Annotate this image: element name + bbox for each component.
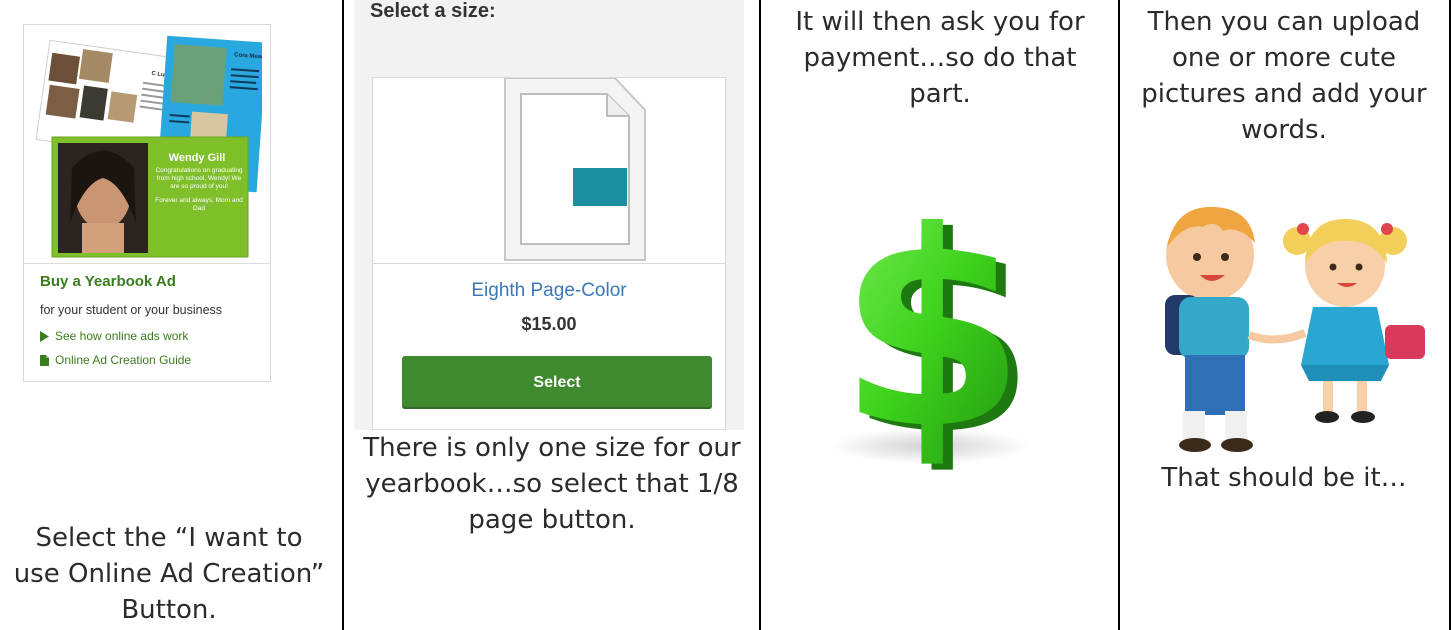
link-label: Online Ad Creation Guide	[55, 353, 192, 367]
step-3-caption: It will then ask you for payment…so do t…	[795, 7, 1085, 109]
card-subtitle: for your student or your business	[40, 303, 223, 317]
page-size-icon	[504, 78, 646, 261]
tutorial-grid: C Lunch Crew Cora Meadit	[0, 0, 1451, 630]
yearbook-ad-card: C Lunch Crew Cora Meadit	[23, 24, 271, 382]
link-label: See how online ads work	[55, 329, 189, 343]
step-4-caption: Then you can upload one or more cute pic…	[1141, 7, 1427, 145]
column-divider	[759, 0, 761, 630]
ad-sample-thumbnail: C Lunch Crew Cora Meadit	[32, 33, 269, 263]
ad-sample-image: C Lunch Crew Cora Meadit	[35, 35, 269, 258]
select-button[interactable]: Select	[402, 356, 712, 409]
step-4-closing-caption: That should be it…	[1161, 463, 1407, 493]
size-selection-panel: Select a size: Eighth Page-Color $15.00 …	[354, 0, 744, 430]
svg-text:$: $	[838, 198, 1026, 473]
see-how-ads-work-link[interactable]: See how online ads work	[40, 329, 188, 343]
size-option-card: Eighth Page-Color $15.00 Select	[372, 77, 726, 430]
ad-message: Congratulations on graduating from high …	[155, 167, 243, 190]
panel-divider	[373, 263, 725, 264]
eighth-page-block	[573, 168, 627, 206]
dollar-sign-icon: $ $	[830, 198, 1036, 473]
ad-creation-guide-link[interactable]: Online Ad Creation Guide	[40, 353, 191, 367]
kids-walking-illustration	[1165, 206, 1425, 452]
column-divider	[342, 0, 344, 630]
product-name[interactable]: Eighth Page-Color	[373, 280, 725, 302]
card-divider	[24, 263, 270, 264]
product-price: $15.00	[521, 314, 577, 334]
step-2-caption: There is only one size for our yearbook……	[363, 433, 741, 535]
select-size-header: Select a size:	[370, 0, 496, 22]
ad-name-banner: Wendy Gill	[169, 152, 226, 164]
play-triangle-icon	[40, 330, 49, 342]
card-title[interactable]: Buy a Yearbook Ad	[40, 273, 176, 290]
ad-signoff: Forever and always, Mom and Dad	[155, 197, 243, 212]
document-icon	[40, 354, 49, 366]
column-divider	[1118, 0, 1120, 630]
step-1-caption: Select the “I want to use Online Ad Crea…	[13, 523, 325, 625]
